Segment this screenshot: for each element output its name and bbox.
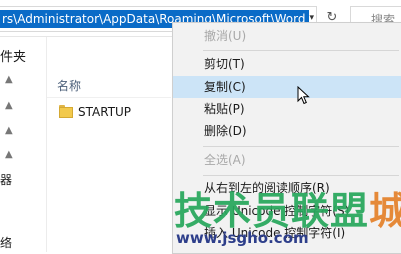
watermark-url: www.jsgho.com	[176, 229, 309, 247]
menu-item-cut[interactable]: 剪切(T)	[173, 53, 401, 75]
pin-icon: ▲	[5, 149, 13, 160]
watermark-logo: 技术员联盟城 www.jsgho.com	[170, 180, 401, 252]
menu-item-undo[interactable]: 撤消(U)	[173, 25, 401, 47]
folder-icon	[59, 105, 73, 118]
column-header-name[interactable]: 名称	[57, 77, 81, 94]
list-item[interactable]: STARTUP	[52, 103, 170, 123]
quick-access-title[interactable]: 件夹	[0, 46, 26, 65]
nav-item-fragment[interactable]: 络	[0, 234, 12, 251]
navigation-pane: 件夹 ▲ ▲ ▲ ▲ 器 络	[0, 37, 47, 252]
menu-separator	[203, 50, 399, 51]
pin-icon: ▲	[5, 100, 13, 111]
pin-icon: ▲	[5, 125, 13, 136]
menu-item-delete[interactable]: 删除(D)	[173, 120, 401, 142]
mouse-pointer-icon	[297, 86, 310, 105]
menu-separator	[203, 146, 399, 147]
menu-separator	[203, 175, 399, 176]
menu-item-paste[interactable]: 粘贴(P)	[173, 98, 401, 120]
file-name: STARTUP	[78, 105, 132, 119]
menu-item-copy[interactable]: 复制(C)	[173, 76, 401, 98]
pin-icon: ▲	[5, 74, 13, 85]
header-divider	[47, 97, 171, 98]
watermark-brand: 技术员联盟城	[174, 189, 401, 233]
menu-item-select-all[interactable]: 全选(A)	[173, 149, 401, 171]
nav-item-fragment[interactable]: 器	[0, 171, 12, 188]
